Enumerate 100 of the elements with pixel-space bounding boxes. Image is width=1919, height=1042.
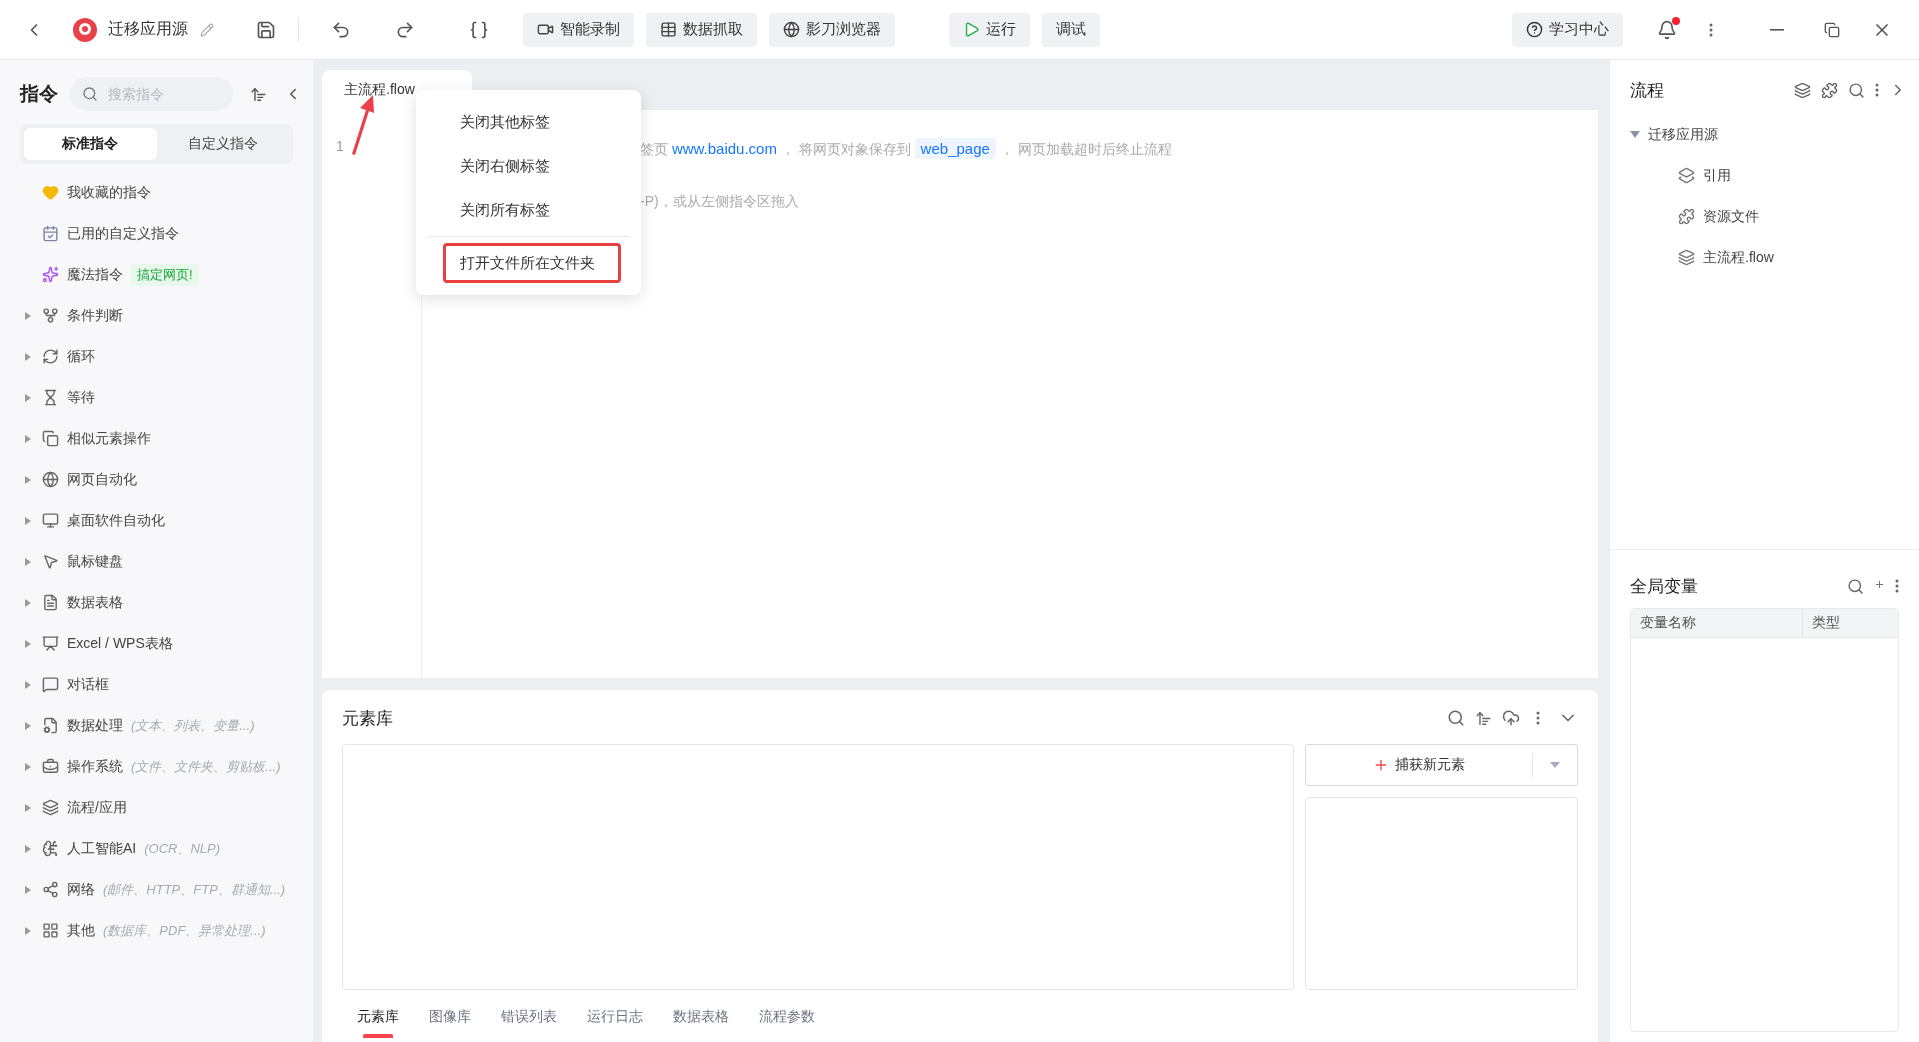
layers-icon [42, 799, 59, 816]
table-icon [660, 21, 677, 38]
caret-icon[interactable] [24, 351, 32, 362]
project-title: 迁移应用源 [108, 19, 188, 39]
caret-icon[interactable] [24, 802, 32, 813]
more-icon[interactable] [1875, 83, 1879, 97]
caret-icon[interactable] [24, 720, 32, 731]
restore-icon [1824, 21, 1840, 38]
panel-tab[interactable]: 流程参数 [744, 1002, 830, 1038]
briefcase-icon [42, 758, 59, 775]
toolbar-button[interactable]: 影刀浏览器 [769, 12, 895, 47]
save-icon [256, 19, 276, 40]
caret-icon[interactable] [24, 925, 32, 936]
overlap-icon [1678, 167, 1695, 184]
caret-icon[interactable] [24, 884, 32, 895]
toolbar-button[interactable]: 数据抓取 [646, 12, 757, 47]
heart-icon [42, 184, 59, 201]
sidebar-title: 指令 [20, 82, 58, 106]
toolbar-button[interactable]: 运行 [949, 12, 1030, 47]
search-icon [82, 86, 98, 102]
caret-icon[interactable] [24, 474, 32, 485]
caret-icon[interactable] [1630, 130, 1640, 139]
caret-icon[interactable] [24, 310, 32, 321]
tree-item[interactable]: 迁移应用源 [1648, 125, 1718, 144]
panel-tab[interactable]: 运行日志 [572, 1002, 658, 1038]
tree-item[interactable]: 主流程.flow [1703, 248, 1774, 267]
command-category[interactable]: 桌面软件自动化 [67, 511, 165, 530]
sparkle-icon [42, 266, 59, 283]
layers-icon [1678, 249, 1695, 266]
command-category[interactable]: 等待 [67, 388, 95, 407]
tab[interactable]: 自定义指令 [156, 128, 289, 160]
command-category[interactable]: 网络 [67, 880, 95, 899]
message-icon [42, 676, 59, 693]
more-icon[interactable] [1895, 579, 1899, 593]
editor-hint: -P)，或从左侧指令区拖入 [640, 193, 800, 211]
caret-icon[interactable] [24, 392, 32, 403]
caret-icon[interactable] [24, 761, 32, 772]
caret-icon[interactable] [24, 515, 32, 526]
panel-tab[interactable]: 错误列表 [486, 1002, 572, 1038]
sort-icon [1475, 709, 1492, 727]
command-category[interactable]: 数据处理 [67, 716, 123, 735]
command-category[interactable]: 鼠标键盘 [67, 552, 123, 571]
column-header: 变量名称 [1631, 609, 1803, 637]
upload-icon [1502, 709, 1520, 727]
bell-icon [1657, 19, 1677, 40]
undo-icon [331, 19, 351, 40]
grid-icon [42, 922, 59, 939]
caret-icon[interactable] [24, 843, 32, 854]
caret-icon[interactable] [24, 556, 32, 567]
toolbar-button[interactable]: 调试 [1042, 12, 1100, 47]
menu-item[interactable]: 关闭所有标签 [434, 190, 623, 230]
help-center-button[interactable]: 学习中心 [1512, 12, 1623, 47]
panel-tab[interactable]: 元素库 [342, 1002, 414, 1038]
caret-icon[interactable] [24, 679, 32, 690]
caret-icon[interactable] [1550, 762, 1560, 768]
caret-icon[interactable] [24, 433, 32, 444]
minimize-icon[interactable] [1770, 28, 1784, 31]
command-category[interactable]: 对话框 [67, 675, 109, 694]
share-icon [42, 881, 59, 898]
command-category[interactable]: 数据表格 [67, 593, 123, 612]
panel-tab[interactable]: 图像库 [414, 1002, 486, 1038]
search-icon [1447, 709, 1465, 727]
monitor-icon [42, 512, 59, 529]
caret-icon[interactable] [24, 638, 32, 649]
category-hint: (数据库、PDF、异常处理...) [103, 921, 266, 940]
redo-icon [395, 19, 415, 40]
menu-item[interactable]: 打开文件所在文件夹 [443, 243, 621, 283]
command-category[interactable]: 我收藏的指令 [67, 183, 151, 202]
command-category[interactable]: 流程/应用 [67, 798, 127, 817]
url-link[interactable]: www.baidu.com [671, 140, 777, 157]
category-hint: (OCR、NLP) [144, 839, 221, 858]
command-category[interactable]: 网页自动化 [67, 470, 137, 489]
command-category[interactable]: 人工智能AI [67, 839, 137, 858]
caret-icon[interactable] [24, 597, 32, 608]
capture-element-button[interactable]: 捕获新元素 [1305, 744, 1578, 786]
toolbar-button[interactable]: 智能录制 [523, 12, 634, 47]
badge: 搞定网页! [131, 263, 199, 286]
category-hint: (邮件、HTTP、FTP、群通知...) [103, 880, 285, 899]
globe-icon [42, 471, 59, 488]
command-category[interactable]: 魔法指令 [67, 265, 123, 284]
tree-item[interactable]: 引用 [1703, 166, 1731, 185]
menu-item[interactable]: 关闭右侧标签 [434, 146, 623, 186]
document-icon [42, 594, 59, 611]
tab[interactable]: 标准指令 [24, 128, 157, 160]
play-icon [963, 21, 980, 38]
command-category[interactable]: 条件判断 [67, 306, 123, 325]
command-category[interactable]: Excel / WPS表格 [67, 634, 173, 653]
command-category[interactable]: 相似元素操作 [67, 429, 151, 448]
file-gear-icon [42, 717, 59, 734]
more-icon[interactable] [1536, 711, 1540, 725]
command-category[interactable]: 已用的自定义指令 [67, 224, 179, 243]
more-icon[interactable] [1709, 22, 1713, 37]
command-category[interactable]: 操作系统 [67, 757, 123, 776]
command-category[interactable]: 其他 [67, 921, 95, 940]
loop-icon [42, 348, 59, 365]
panel-tab[interactable]: 数据表格 [658, 1002, 744, 1038]
tree-item[interactable]: 资源文件 [1703, 207, 1759, 226]
notification-dot [1672, 16, 1680, 25]
command-category[interactable]: 循环 [67, 347, 95, 366]
plus-icon [1373, 757, 1389, 773]
